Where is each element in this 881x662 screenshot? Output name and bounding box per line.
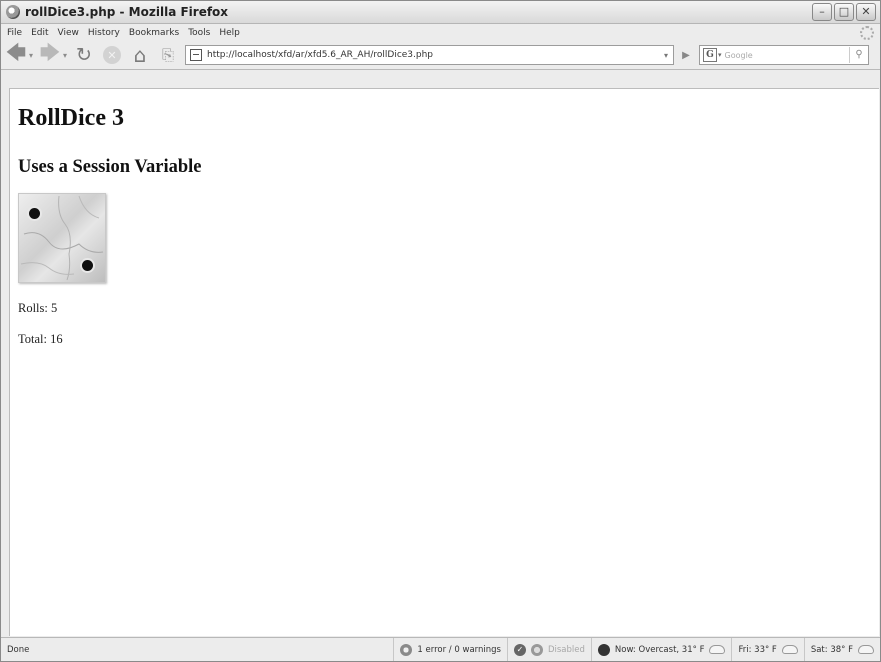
menu-view[interactable]: View bbox=[55, 28, 85, 38]
menu-file[interactable]: File bbox=[4, 28, 28, 38]
menu-bookmarks[interactable]: Bookmarks bbox=[126, 28, 185, 38]
search-engine-icon[interactable]: G bbox=[703, 48, 717, 62]
search-engine-dropdown[interactable]: ▾ bbox=[718, 51, 722, 59]
search-icon[interactable]: ⚲ bbox=[849, 47, 868, 63]
reload-icon[interactable]: ↻ bbox=[73, 44, 95, 66]
dice-texture bbox=[20, 195, 104, 281]
addon-status: Disabled bbox=[547, 644, 585, 655]
weather-fri[interactable]: Fri: 33° F bbox=[731, 638, 803, 661]
maximize-button[interactable]: □ bbox=[834, 3, 854, 21]
menu-edit[interactable]: Edit bbox=[28, 28, 54, 38]
forward-history-dropdown[interactable]: ▾ bbox=[61, 51, 69, 60]
die-pip bbox=[29, 208, 40, 219]
weather-now-text: Now: Overcast, 31° F bbox=[614, 644, 705, 655]
search-input[interactable]: Google bbox=[725, 51, 753, 60]
total-value: Total: 16 bbox=[18, 332, 63, 346]
title-bar: rollDice3.php - Mozilla Firefox – □ ✕ bbox=[1, 1, 880, 24]
check-icon: ✓ bbox=[513, 643, 526, 656]
browser-window: rollDice3.php - Mozilla Firefox – □ ✕ Fi… bbox=[0, 0, 881, 662]
stop-icon[interactable]: ✕ bbox=[103, 46, 121, 64]
error-icon bbox=[400, 643, 413, 656]
die-pip bbox=[82, 260, 93, 271]
page-icon bbox=[190, 49, 202, 61]
weather-sat[interactable]: Sat: 38° F bbox=[803, 638, 880, 661]
weather-now[interactable]: Now: Overcast, 31° F bbox=[590, 638, 732, 661]
status-indicators: 1 error / 0 warnings ✓ Disabled Now: Ove… bbox=[393, 638, 880, 661]
menu-history[interactable]: History bbox=[85, 28, 126, 38]
bookmark-icon[interactable]: ⎘ bbox=[157, 46, 179, 64]
url-dropdown[interactable]: ▾ bbox=[659, 51, 673, 60]
minimize-button[interactable]: – bbox=[812, 3, 832, 21]
page-subheading: Uses a Session Variable bbox=[18, 157, 202, 177]
home-icon[interactable]: ⌂ bbox=[129, 43, 151, 67]
throbber-icon bbox=[860, 25, 874, 40]
cloud-icon bbox=[709, 645, 726, 654]
url-bar[interactable]: http://localhost/xfd/ar/xfd5.6_AR_AH/rol… bbox=[185, 45, 674, 65]
url-text[interactable]: http://localhost/xfd/ar/xfd5.6_AR_AH/rol… bbox=[207, 50, 433, 60]
page-heading: RollDice 3 bbox=[18, 105, 124, 131]
menu-bar: File Edit View History Bookmarks Tools H… bbox=[1, 24, 880, 41]
status-text: Done bbox=[7, 644, 30, 655]
weather-sat-text: Sat: 38° F bbox=[810, 644, 853, 655]
forward-icon[interactable]: 🡆 bbox=[39, 40, 61, 66]
firefox-icon bbox=[6, 5, 20, 19]
back-history-dropdown[interactable]: ▾ bbox=[27, 51, 35, 60]
go-icon[interactable]: ▶ bbox=[678, 50, 694, 61]
dice-image bbox=[18, 193, 106, 283]
window-controls: – □ ✕ bbox=[812, 3, 876, 21]
search-bar[interactable]: G ▾ Google ⚲ bbox=[699, 45, 869, 65]
cloud-icon bbox=[781, 645, 798, 654]
sun-cloud-icon bbox=[858, 645, 874, 654]
menu-tools[interactable]: Tools bbox=[185, 28, 216, 38]
weather-icon bbox=[597, 643, 610, 656]
addon-indicator[interactable]: ✓ Disabled bbox=[506, 638, 591, 661]
back-icon[interactable]: 🡄 bbox=[5, 40, 27, 66]
close-button[interactable]: ✕ bbox=[856, 3, 876, 21]
gear-icon bbox=[530, 643, 543, 656]
rolls-count: Rolls: 5 bbox=[18, 301, 58, 315]
status-bar: Done 1 error / 0 warnings ✓ Disabled Now… bbox=[1, 637, 880, 661]
menu-help[interactable]: Help bbox=[216, 28, 246, 38]
error-console-indicator[interactable]: 1 error / 0 warnings bbox=[393, 638, 507, 661]
window-title: rollDice3.php - Mozilla Firefox bbox=[25, 5, 229, 19]
weather-fri-text: Fri: 33° F bbox=[738, 644, 777, 655]
page-content: RollDice 3 Uses a Session Variable Rolls… bbox=[9, 88, 879, 636]
error-count: 1 error / 0 warnings bbox=[417, 644, 501, 655]
navigation-toolbar: 🡄 ▾ 🡆 ▾ ↻ ✕ ⌂ ⎘ http://localhost/xfd/ar/… bbox=[1, 40, 880, 70]
